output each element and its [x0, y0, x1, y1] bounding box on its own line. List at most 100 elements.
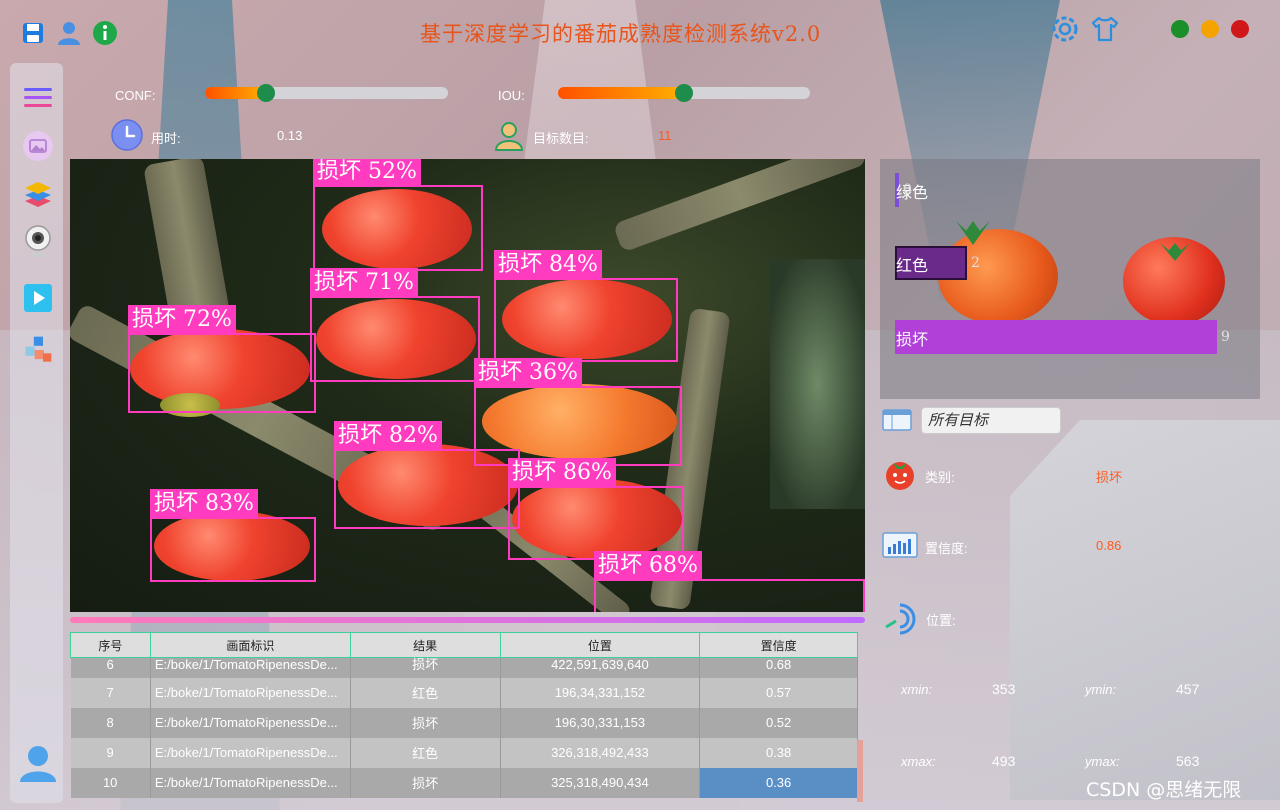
detection-label: 损坏 36%	[474, 358, 582, 388]
iou-slider-handle[interactable]	[675, 84, 693, 102]
chart-value-label: 2	[971, 255, 980, 271]
detection-box[interactable]: 损坏 84%	[494, 250, 678, 362]
cell-index: 9	[70, 737, 151, 768]
minimize-button[interactable]	[1201, 20, 1219, 38]
video-icon[interactable]	[23, 283, 53, 313]
detection-box[interactable]: 损坏 68%	[594, 551, 865, 612]
table-row[interactable]: 6 E:/boke/1/TomatoRipenessDe... 损坏 422,5…	[70, 657, 858, 678]
class-value: 损坏	[1096, 470, 1123, 485]
table-row[interactable]: 9 E:/boke/1/TomatoRipenessDe... 红色 326,3…	[70, 737, 858, 768]
cell-confidence: 0.52	[699, 707, 858, 738]
position-label: 位置:	[926, 613, 956, 628]
cell-confidence: 0.68	[699, 657, 858, 678]
target-count-icon	[493, 121, 525, 155]
conf-label: CONF:	[115, 88, 156, 103]
webcam-icon[interactable]	[23, 225, 53, 257]
ymin-label: ymin:	[1085, 682, 1117, 697]
confidence-value: 0.86	[1096, 538, 1122, 553]
tomato-icon	[882, 455, 918, 495]
cell-result: 红色	[350, 677, 501, 708]
shirt-icon[interactable]	[1090, 14, 1120, 44]
table-scrollbar[interactable]	[857, 740, 863, 802]
class-count-chart: 绿色 0 红色 2 损坏 9	[880, 159, 1260, 399]
chart-bar	[895, 320, 1217, 354]
class-label: 类别:	[925, 470, 955, 485]
cell-position: 196,34,331,152	[500, 677, 701, 708]
column-header[interactable]: 置信度	[699, 632, 858, 658]
cell-confidence: 0.38	[699, 737, 858, 768]
signal-icon	[880, 597, 920, 641]
detection-box[interactable]: 损坏 71%	[310, 268, 480, 382]
iou-slider-fill	[558, 87, 684, 99]
cell-path: E:/boke/1/TomatoRipenessDe...	[150, 677, 351, 708]
confidence-label: 置信度:	[925, 541, 968, 556]
detection-image[interactable]: 损坏 52% 损坏 71% 损坏 84% 损坏 72% 损坏 36% 损坏 82…	[70, 159, 865, 612]
menu-icon[interactable]	[23, 83, 53, 113]
cell-confidence: 0.36	[699, 767, 858, 798]
app-title: 基于深度学习的番茄成熟度检测系统v2.0	[420, 22, 822, 46]
column-header[interactable]: 序号	[70, 632, 151, 658]
cell-path: E:/boke/1/TomatoRipenessDe...	[150, 737, 351, 768]
cell-index: 6	[70, 657, 151, 678]
ymax-label: ymax:	[1085, 754, 1120, 769]
save-icon[interactable]	[20, 20, 46, 46]
close-button[interactable]	[1231, 20, 1249, 38]
table-row-selected[interactable]: 10 E:/boke/1/TomatoRipenessDe... 损坏 325,…	[70, 767, 858, 798]
sidebar	[10, 63, 63, 803]
maximize-button[interactable]	[1171, 20, 1189, 38]
detection-box[interactable]: 损坏 72%	[128, 305, 316, 413]
detection-box[interactable]: 损坏 52%	[313, 159, 483, 271]
layers-icon[interactable]	[23, 179, 53, 209]
detection-label: 损坏 71%	[310, 268, 418, 298]
model-cubes-icon[interactable]	[23, 335, 53, 365]
table-row[interactable]: 7 E:/boke/1/TomatoRipenessDe... 红色 196,3…	[70, 677, 858, 708]
conf-slider[interactable]	[205, 84, 448, 102]
clock-icon	[111, 119, 143, 155]
cell-path: E:/boke/1/TomatoRipenessDe...	[150, 767, 351, 798]
table-row[interactable]: 8 E:/boke/1/TomatoRipenessDe... 损坏 196,3…	[70, 707, 858, 738]
ymax-value: 563	[1176, 753, 1200, 769]
ymin-value: 457	[1176, 681, 1200, 697]
target-count-label: 目标数目:	[533, 131, 589, 146]
cell-position: 325,318,490,434	[500, 767, 701, 798]
xmin-label: xmin:	[901, 682, 933, 697]
xmax-label: xmax:	[901, 754, 936, 769]
xmin-value: 353	[992, 681, 1016, 697]
results-table: 序号 画面标识 结果 位置 置信度 6 E:/boke/1/TomatoRipe…	[70, 632, 858, 798]
target-filter-select[interactable]: 所有目标	[921, 407, 1061, 434]
iou-label: IOU:	[498, 88, 525, 103]
cell-path: E:/boke/1/TomatoRipenessDe...	[150, 707, 351, 738]
detection-label: 损坏 84%	[494, 250, 602, 280]
cell-position: 326,318,492,433	[500, 737, 701, 768]
leaf-cluster	[770, 259, 865, 509]
user-icon[interactable]	[56, 20, 82, 46]
cell-position: 196,30,331,153	[500, 707, 701, 738]
plant-stem	[612, 159, 865, 253]
cell-index: 10	[70, 767, 151, 798]
target-count-value: 11	[658, 128, 672, 143]
xmax-value: 493	[992, 753, 1016, 769]
table-icon	[882, 409, 912, 435]
detection-box[interactable]: 损坏 83%	[150, 489, 316, 582]
table-header-row: 序号 画面标识 结果 位置 置信度	[70, 632, 858, 658]
conf-slider-handle[interactable]	[257, 84, 275, 102]
image-icon[interactable]	[23, 131, 53, 161]
cell-position: 422,591,639,640	[500, 657, 701, 678]
column-header[interactable]: 位置	[499, 632, 701, 658]
column-header[interactable]: 结果	[349, 632, 501, 658]
avatar-icon[interactable]	[18, 743, 58, 783]
chart-category-label: 损坏	[896, 330, 929, 349]
cell-index: 7	[70, 677, 151, 708]
iou-slider[interactable]	[558, 84, 810, 102]
column-header[interactable]: 画面标识	[149, 632, 351, 658]
watermark: CSDN @思绪无限	[1086, 779, 1242, 801]
cell-result: 损坏	[350, 707, 501, 738]
info-icon[interactable]	[92, 20, 118, 46]
cell-path: E:/boke/1/TomatoRipenessDe...	[150, 657, 351, 678]
detection-box[interactable]: 损坏 82%	[334, 421, 520, 529]
chart-category-label: 绿色	[896, 183, 929, 202]
cell-result: 损坏	[350, 657, 501, 678]
detection-label: 损坏 72%	[128, 305, 236, 335]
gear-icon[interactable]	[1050, 14, 1080, 44]
detection-box[interactable]: 损坏 86%	[508, 458, 684, 560]
